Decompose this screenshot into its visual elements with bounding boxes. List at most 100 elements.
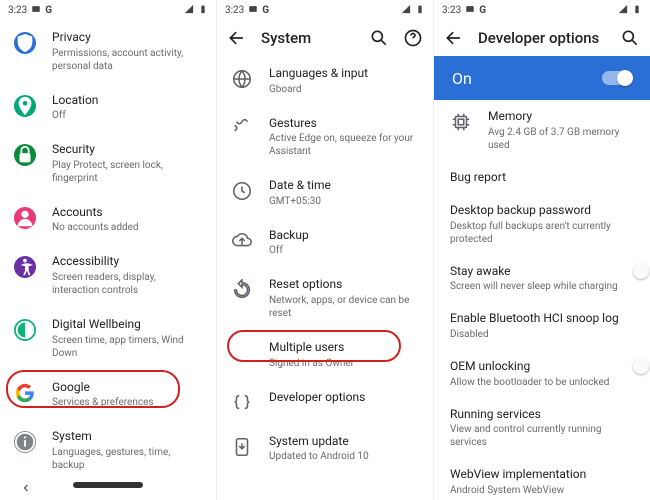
braces-icon (231, 392, 253, 414)
system-list: Languages & input Gboard Gestures Active… (217, 56, 433, 473)
dev-item-oem-unlocking[interactable]: OEM unlocking Allow the bootloader to be… (434, 350, 650, 398)
status-bar: 3:23 G (0, 0, 216, 20)
google-icon (14, 382, 36, 404)
item-label: Desktop backup password (450, 203, 634, 219)
dev-item-memory[interactable]: Memory Avg 2.4 GB of 3.7 GB memory used (434, 100, 650, 161)
nav-back-icon[interactable] (20, 479, 32, 491)
item-subtitle: Services & preferences (52, 396, 154, 409)
system-item-reset-options[interactable]: Reset options Network, apps, or device c… (217, 267, 433, 330)
back-button[interactable] (227, 28, 247, 48)
chip-icon (450, 111, 472, 133)
item-label: Gestures (269, 116, 419, 132)
system-item-backup[interactable]: Backup Off (217, 218, 433, 268)
item-label: Location (52, 93, 98, 109)
status-bar: 3:23 G (217, 0, 433, 20)
access-icon (14, 256, 36, 278)
item-label: System update (269, 434, 369, 450)
app-bar: Developer options (434, 20, 650, 56)
item-subtitle: Screen time, app timers, Wind Down (52, 334, 202, 360)
signal-icon (618, 4, 628, 17)
status-time: 3:23 (225, 5, 244, 16)
developer-options-list: Memory Avg 2.4 GB of 3.7 GB memory used … (434, 100, 650, 500)
signal-icon (184, 4, 194, 17)
system-pane: 3:23 G System Languages & input Gboard G… (217, 0, 434, 500)
item-label: Digital Wellbeing (52, 317, 202, 333)
settings-item-security[interactable]: Security Play Protect, screen lock, fing… (0, 132, 216, 195)
update-icon (231, 436, 253, 458)
item-subtitle: Screen readers, display, interaction con… (52, 271, 202, 297)
dev-item-webview-implementation[interactable]: WebView implementation Android System We… (434, 458, 650, 500)
system-item-date-time[interactable]: Date & time GMT+05:30 (217, 168, 433, 218)
settings-item-accounts[interactable]: Accounts No accounts added (0, 195, 216, 245)
user-icon (231, 342, 253, 364)
item-label: Stay awake (450, 264, 618, 280)
item-label: Memory (488, 109, 634, 125)
help-button[interactable] (403, 28, 423, 48)
item-subtitle: Allow the bootloader to be unlocked (450, 376, 609, 389)
dev-item-stay-awake[interactable]: Stay awake Screen will never sleep while… (434, 255, 650, 303)
dev-item-desktop-backup-password[interactable]: Desktop backup password Desktop full bac… (434, 194, 650, 255)
item-label: Languages & input (269, 66, 368, 82)
status-time: 3:23 (8, 5, 27, 16)
item-subtitle: Off (269, 244, 309, 257)
signal-icon (401, 4, 411, 17)
settings-item-location[interactable]: Location Off (0, 83, 216, 133)
settings-list: Privacy Permissions, account activity, p… (0, 20, 216, 500)
battery-icon (198, 4, 208, 17)
globe-icon (231, 68, 253, 90)
dev-item-enable-bluetooth-hci-snoop-log[interactable]: Enable Bluetooth HCI snoop log Disabled (434, 302, 650, 350)
developer-options-pane: 3:23 G Developer options On Memory Avg 2… (434, 0, 650, 500)
item-subtitle: Android System WebView (450, 484, 586, 497)
status-time: 3:23 (442, 5, 461, 16)
reset-icon (231, 279, 253, 301)
user-icon (14, 207, 36, 229)
settings-item-digital-wellbeing[interactable]: Digital Wellbeing Screen time, app timer… (0, 307, 216, 370)
search-button[interactable] (620, 28, 640, 48)
item-label: Accounts (52, 205, 139, 221)
dev-item-bug-report[interactable]: Bug report (434, 161, 650, 195)
google-status-icon: G (479, 5, 486, 16)
item-subtitle: Off (52, 109, 98, 122)
back-button[interactable] (444, 28, 464, 48)
item-label: Google (52, 380, 154, 396)
gesture-icon (231, 118, 253, 140)
message-icon (465, 4, 475, 17)
search-button[interactable] (369, 28, 389, 48)
status-bar: 3:23 G (434, 0, 650, 20)
settings-main-pane: 3:23 G Privacy Permissions, account acti… (0, 0, 217, 500)
master-toggle-row[interactable]: On (434, 56, 650, 100)
wellbeing-icon (14, 319, 36, 341)
item-subtitle: No accounts added (52, 221, 139, 234)
google-status-icon: G (262, 5, 269, 16)
system-item-multiple-users[interactable]: Multiple users Signed in as Owner (217, 330, 433, 380)
system-item-system-update[interactable]: System update Updated to Android 10 (217, 424, 433, 474)
message-icon (248, 4, 258, 17)
settings-item-accessibility[interactable]: Accessibility Screen readers, display, i… (0, 244, 216, 307)
item-label: Running services (450, 407, 634, 423)
system-item-languages-input[interactable]: Languages & input Gboard (217, 56, 433, 106)
item-label: WebView implementation (450, 467, 586, 483)
page-title: Developer options (478, 29, 606, 47)
dev-item-running-services[interactable]: Running services View and control curren… (434, 398, 650, 459)
nav-home-pill[interactable] (73, 482, 143, 488)
lock-icon (14, 144, 36, 166)
item-subtitle: Updated to Android 10 (269, 450, 369, 463)
settings-item-google[interactable]: Google Services & preferences (0, 370, 216, 420)
item-label: Multiple users (269, 340, 354, 356)
pin-icon (14, 95, 36, 117)
item-subtitle: Disabled (450, 328, 619, 341)
item-label: Backup (269, 228, 309, 244)
item-label: Date & time (269, 178, 331, 194)
item-label: Reset options (269, 277, 419, 293)
item-subtitle: Active Edge on, squeeze for your Assista… (269, 132, 419, 158)
item-subtitle: Permissions, account activity, personal … (52, 47, 202, 73)
item-label: Developer options (269, 390, 365, 406)
android-nav-bar (0, 470, 216, 500)
master-switch[interactable] (602, 71, 632, 85)
item-label: Accessibility (52, 254, 202, 270)
system-item-gestures[interactable]: Gestures Active Edge on, squeeze for you… (217, 106, 433, 169)
settings-item-privacy[interactable]: Privacy Permissions, account activity, p… (0, 20, 216, 83)
shield-icon (14, 32, 36, 54)
system-item-developer-options[interactable]: Developer options (217, 380, 433, 424)
item-label: System (52, 429, 202, 445)
